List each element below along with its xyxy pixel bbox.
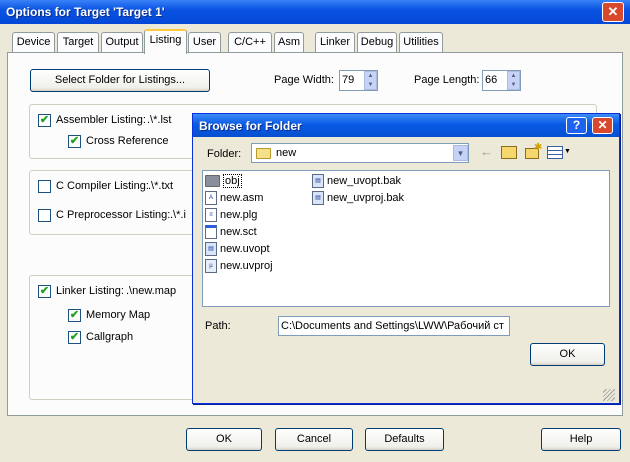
tab-linker[interactable]: Linker <box>315 32 355 53</box>
list-item-folder[interactable]: obj <box>205 173 273 189</box>
cross-reference-label: Cross Reference <box>86 135 169 147</box>
linker-listing-checkbox[interactable]: ✔ <box>38 285 51 298</box>
folder-value: new <box>276 147 297 159</box>
folder-label: Folder: <box>207 148 242 160</box>
file-list[interactable]: obj A new.asm ≡ new.plg new.sct ▤ new.uv… <box>202 170 610 307</box>
file-column-1: obj A new.asm ≡ new.plg new.sct ▤ new.uv… <box>205 173 273 274</box>
tab-user[interactable]: User <box>188 32 221 53</box>
linker-listing-label: Linker Listing: <box>56 285 124 297</box>
help-button[interactable]: Help <box>541 428 621 451</box>
cross-reference-checkbox[interactable]: ✔ <box>68 135 81 148</box>
list-item[interactable]: new.sct <box>205 224 273 240</box>
dialog-ok-button[interactable]: OK <box>530 343 605 366</box>
linker-listing-value: .\new.map <box>126 285 177 297</box>
list-item[interactable]: µ new.uvproj <box>205 258 273 274</box>
page-width-label: Page Width: <box>274 74 334 86</box>
resize-grip-icon[interactable] <box>603 389 615 401</box>
folder-icon <box>205 175 220 187</box>
list-item-label: new.asm <box>220 192 264 204</box>
cancel-button[interactable]: Cancel <box>275 428 353 451</box>
file-column-2: ▤ new_uvopt.bak ▤ new_uvproj.bak <box>312 173 404 206</box>
asm-file-icon: A <box>205 191 217 205</box>
browse-folder-dialog: Browse for Folder ? ✕ Folder: new ▼ ← ✱ … <box>192 113 620 404</box>
tab-listing[interactable]: Listing <box>144 29 187 54</box>
memory-map-label: Memory Map <box>86 309 151 321</box>
dialog-help-button[interactable]: ? <box>566 117 587 134</box>
list-item-label: new.plg <box>220 209 258 221</box>
c-compiler-listing-checkbox[interactable] <box>38 180 51 193</box>
plg-file-icon: ≡ <box>205 208 217 222</box>
page-width-spinner[interactable]: ▲ ▼ <box>364 71 377 90</box>
c-compiler-listing-label: C Compiler Listing: <box>56 180 149 192</box>
folder-dropdown[interactable]: new ▼ <box>251 143 469 163</box>
tab-asm[interactable]: Asm <box>274 32 304 53</box>
list-item[interactable]: A new.asm <box>205 190 273 206</box>
tab-target[interactable]: Target <box>57 32 99 53</box>
callgraph-checkbox[interactable]: ✔ <box>68 331 81 344</box>
tab-c-cpp[interactable]: C/C++ <box>228 32 272 53</box>
assembler-listing-label: Assembler Listing: <box>56 114 146 126</box>
c-preprocessor-listing-checkbox[interactable] <box>38 209 51 222</box>
c-preprocessor-listing-label: C Preprocessor Listing: <box>56 209 171 221</box>
bak-file-icon: ▤ <box>312 191 324 205</box>
list-item-label: obj <box>223 174 242 188</box>
defaults-button[interactable]: Defaults <box>365 428 444 451</box>
new-folder-star-icon: ✱ <box>534 142 543 153</box>
back-arrow-icon[interactable]: ← <box>480 145 494 159</box>
view-menu-chevron-icon[interactable]: ▼ <box>564 148 571 155</box>
page-width-value: 79 <box>342 74 355 86</box>
tab-debug[interactable]: Debug <box>357 32 397 53</box>
list-item[interactable]: ▤ new_uvopt.bak <box>312 173 404 189</box>
path-label: Path: <box>205 320 231 332</box>
list-item[interactable]: ▤ new.uvopt <box>205 241 273 257</box>
path-input[interactable]: C:\Documents and Settings\LWW\Рабочий ст <box>278 316 510 336</box>
assembler-listing-value: .\*.lst <box>147 114 172 126</box>
sct-file-icon <box>205 225 217 239</box>
list-item-label: new.sct <box>220 226 257 238</box>
list-item[interactable]: ▤ new_uvproj.bak <box>312 190 404 206</box>
assembler-listing-checkbox[interactable]: ✔ <box>38 114 51 127</box>
tab-utilities[interactable]: Utilities <box>399 32 443 53</box>
callgraph-label: Callgraph <box>86 331 134 343</box>
list-item-label: new.uvopt <box>220 243 270 255</box>
chevron-down-icon[interactable]: ▼ <box>453 145 468 161</box>
list-item-label: new.uvproj <box>220 260 273 272</box>
folder-icon <box>256 148 271 159</box>
dialog-close-button[interactable]: ✕ <box>592 117 613 134</box>
select-folder-button[interactable]: Select Folder for Listings... <box>30 69 210 92</box>
bak-file-icon: ▤ <box>312 174 324 188</box>
page-length-label: Page Length: <box>414 74 480 86</box>
window-close-button[interactable]: ✕ <box>602 2 624 22</box>
page-length-value: 66 <box>485 74 498 86</box>
dialog-title: Browse for Folder <box>199 119 302 133</box>
c-preprocessor-listing-value: .\*.i <box>170 209 186 221</box>
window-title: Options for Target 'Target 1' <box>6 5 165 19</box>
tab-output[interactable]: Output <box>101 32 143 53</box>
c-compiler-listing-value: .\*.txt <box>148 180 174 192</box>
ok-button[interactable]: OK <box>186 428 262 451</box>
view-menu-icon[interactable] <box>547 146 563 159</box>
uvproj-file-icon: µ <box>205 259 217 273</box>
list-item[interactable]: ≡ new.plg <box>205 207 273 223</box>
uvopt-file-icon: ▤ <box>205 242 217 256</box>
up-folder-icon[interactable] <box>501 146 517 159</box>
memory-map-checkbox[interactable]: ✔ <box>68 309 81 322</box>
tab-device[interactable]: Device <box>12 32 55 53</box>
list-item-label: new_uvopt.bak <box>327 175 401 187</box>
new-folder-icon[interactable]: ✱ <box>525 142 543 159</box>
list-item-label: new_uvproj.bak <box>327 192 405 204</box>
page-length-spinner[interactable]: ▲ ▼ <box>507 71 520 90</box>
